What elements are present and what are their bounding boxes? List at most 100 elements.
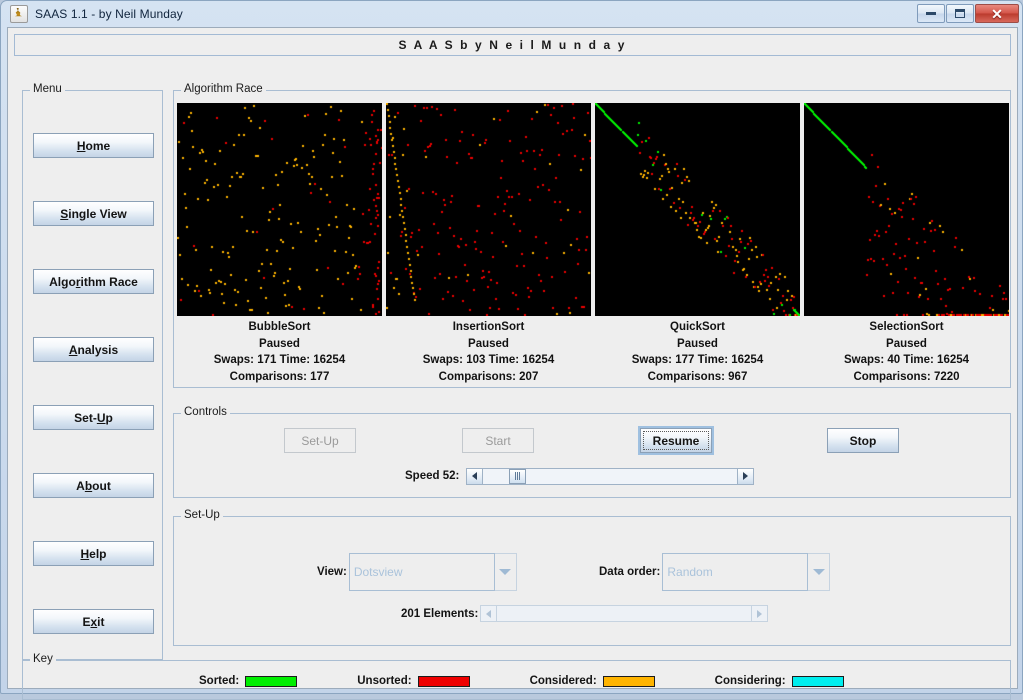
key-item-considered: Considered:	[530, 675, 655, 687]
setup-panel-title: Set-Up	[181, 509, 223, 521]
elements-label: 201 Elements:	[401, 607, 479, 620]
controls-panel: Controls Set-Up Start Resume Stop Speed …	[173, 406, 1011, 498]
key-label-unsorted: Unsorted:	[357, 675, 412, 687]
menu-panel: Menu Home Single View Algorithm Race Ana…	[22, 83, 163, 660]
algo-name: InsertionSort	[452, 321, 525, 333]
key-swatch-unsorted	[417, 675, 470, 687]
key-swatch-considered	[602, 675, 655, 687]
key-item-unsorted: Unsorted:	[357, 675, 470, 687]
viz-canvas-insertionsort	[386, 103, 591, 316]
key-label-considered: Considered:	[529, 675, 597, 687]
view-combobox[interactable]: Dotsview	[348, 553, 517, 591]
sidebar-label-algorithm-race: Algorithm Race	[49, 274, 138, 289]
algo-swaps-time: Swaps: 177 Time: 16254	[631, 354, 764, 366]
sidebar-item-set-up[interactable]: Set-Up	[33, 405, 154, 430]
banner-title: S A A S b y N e i l M u n d a y	[398, 38, 627, 52]
sidebar-item-single-view[interactable]: Single View	[33, 201, 154, 226]
data-order-field-row: Data order: Random	[599, 553, 831, 591]
key-items: Sorted: Unsorted: Considered: Considerin…	[23, 675, 1012, 687]
data-order-combobox-value[interactable]: Random	[662, 553, 809, 591]
chevron-down-icon	[499, 569, 512, 575]
viz-canvas-selectionsort	[804, 103, 1009, 316]
app-banner: S A A S b y N e i l M u n d a y	[14, 34, 1011, 56]
speed-slider-right-arrow[interactable]	[737, 468, 754, 484]
controls-panel-title: Controls	[181, 406, 230, 418]
race-panel-title: Algorithm Race	[181, 83, 266, 95]
maximize-button[interactable]	[946, 4, 974, 23]
viz-canvas-bubblesort	[177, 103, 382, 316]
sidebar-label-set-up: Set-Up	[74, 410, 113, 425]
speed-slider-left-arrow[interactable]	[467, 468, 484, 484]
elements-slider[interactable]	[480, 605, 769, 622]
algo-status: Paused	[677, 337, 718, 350]
sidebar-label-help: Help	[80, 546, 107, 561]
sidebar-item-analysis[interactable]: Analysis	[33, 337, 154, 362]
algorithm-race-panel: Algorithm Race BubbleSort Paused Swaps: …	[173, 83, 1011, 388]
key-swatch-sorted	[245, 675, 298, 687]
title-bar: SAAS 1.1 - by Neil Munday ✕	[1, 1, 1023, 26]
speed-slider-thumb[interactable]	[509, 468, 527, 484]
data-order-combobox[interactable]: Random	[662, 553, 831, 591]
resume-button[interactable]: Resume	[638, 426, 714, 455]
resume-label: Resume	[652, 433, 700, 448]
minimize-icon	[926, 12, 936, 15]
algo-name: BubbleSort	[248, 321, 311, 333]
sidebar-item-about[interactable]: About	[33, 473, 154, 498]
sidebar-item-exit[interactable]: Exit	[33, 609, 154, 634]
close-icon: ✕	[991, 5, 1003, 22]
algo-status: Paused	[468, 337, 509, 350]
sidebar-item-help[interactable]: Help	[33, 541, 154, 566]
key-item-considering: Considering:	[715, 675, 844, 687]
window-title: SAAS 1.1 - by Neil Munday	[35, 6, 183, 21]
key-label-sorted: Sorted:	[199, 675, 240, 687]
algo-comparisons: Comparisons: 207	[438, 370, 539, 383]
algo-swaps-time: Swaps: 171 Time: 16254	[213, 354, 346, 366]
stop-button[interactable]: Stop	[827, 428, 899, 453]
visualization-row	[176, 103, 1010, 316]
setup-button[interactable]: Set-Up	[284, 428, 356, 453]
key-swatch-considering	[791, 675, 844, 687]
view-label: View:	[317, 566, 347, 578]
sidebar-label-about: About	[76, 478, 111, 493]
view-combobox-value[interactable]: Dotsview	[348, 553, 495, 591]
stats-selectionsort: SelectionSort Paused Swaps: 40 Time: 162…	[804, 319, 1009, 385]
sidebar-item-algorithm-race[interactable]: Algorithm Race	[33, 269, 154, 294]
arrow-right-icon	[743, 472, 749, 480]
stats-insertionsort: InsertionSort Paused Swaps: 103 Time: 16…	[386, 319, 591, 385]
algo-comparisons: Comparisons: 7220	[853, 370, 960, 383]
data-order-combobox-arrow[interactable]	[808, 553, 831, 591]
viz-canvas-quicksort	[595, 103, 800, 316]
setup-panel: Set-Up View: Dotsview Data order: Random…	[173, 509, 1011, 646]
minimize-button[interactable]	[917, 4, 945, 23]
data-order-label: Data order:	[599, 566, 661, 578]
close-button[interactable]: ✕	[975, 4, 1019, 23]
stats-bubblesort: BubbleSort Paused Swaps: 171 Time: 16254…	[177, 319, 382, 385]
sidebar-label-home: Home	[76, 138, 111, 153]
statistics-row: BubbleSort Paused Swaps: 171 Time: 16254…	[176, 319, 1010, 385]
algo-swaps-time: Swaps: 40 Time: 16254	[843, 354, 970, 366]
arrow-left-icon	[472, 472, 478, 480]
speed-label: Speed 52:	[405, 470, 460, 482]
elements-slider-left-arrow[interactable]	[481, 606, 498, 621]
start-button[interactable]: Start	[462, 428, 534, 453]
algo-status: Paused	[886, 337, 927, 350]
speed-control-row: Speed 52:	[405, 467, 755, 485]
algo-swaps-time: Swaps: 103 Time: 16254	[422, 354, 555, 366]
speed-slider-track[interactable]	[483, 468, 738, 484]
application-window: SAAS 1.1 - by Neil Munday ✕ S A A S b y …	[0, 0, 1023, 700]
key-panel-title: Key	[30, 653, 56, 665]
view-field-row: View: Dotsview	[317, 553, 517, 591]
window-buttons: ✕	[917, 4, 1019, 23]
speed-slider[interactable]	[466, 467, 755, 485]
view-combobox-arrow[interactable]	[494, 553, 517, 591]
arrow-right-icon	[757, 609, 763, 618]
elements-slider-right-arrow[interactable]	[751, 606, 768, 621]
elements-field-row: 201 Elements:	[401, 605, 769, 622]
algo-comparisons: Comparisons: 177	[229, 370, 330, 383]
maximize-icon	[955, 9, 965, 18]
elements-slider-track[interactable]	[497, 606, 752, 621]
key-item-sorted: Sorted:	[199, 675, 298, 687]
sidebar-item-home[interactable]: Home	[33, 133, 154, 158]
algo-comparisons: Comparisons: 967	[647, 370, 748, 383]
sidebar-label-single-view: Single View	[60, 206, 127, 221]
